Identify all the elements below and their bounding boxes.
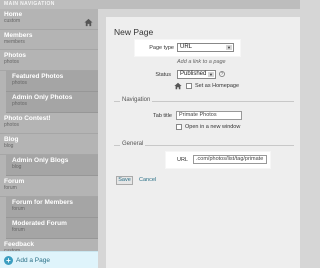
sidebar-item-type: photos [4,59,20,65]
sidebar-item-type: photos [4,122,20,128]
status-select[interactable]: Published ▼ [177,70,216,79]
navigation-heading: Navigation [120,97,153,103]
sidebar-item-blog[interactable]: Blog blog [0,134,98,155]
general-heading: General [120,141,146,147]
sidebar-item-type: forum [4,185,17,191]
sidebar-item-label: Home [4,11,23,18]
home-icon [174,82,182,90]
sidebar-item-type: forum [12,206,25,212]
sidebar-item-forum[interactable]: Forum forum [0,176,98,197]
sidebar-item-label: Forum for Members [12,199,74,206]
sidebar-item-type: members [4,39,25,45]
sidebar-item-admin-only-photos[interactable]: Admin Only Photos photos [6,92,98,113]
sidebar-item-type: photos [12,101,28,107]
sidebar-item-moderated-forum[interactable]: Moderated Forum forum [6,218,98,239]
sidebar-item-label: Feedback [4,241,34,248]
page-type-value: URL [180,44,193,50]
sidebar-item-type: blog [12,164,22,170]
add-page-button[interactable]: + Add a Page [0,251,98,268]
sidebar-item-label: Blog [4,136,19,143]
tab-title-input[interactable]: Primate Photos [176,111,242,120]
set-homepage-checkbox[interactable] [186,83,192,89]
save-button[interactable]: Save [116,176,133,185]
url-value: .com/photos/list/tag/primate [196,156,264,162]
add-page-label: Add a Page [16,256,50,264]
status-label: Status [155,72,171,78]
help-icon[interactable]: ? [219,71,225,77]
chevron-down-icon: ▼ [208,72,214,77]
sidebar-item-label: Admin Only Blogs [12,157,69,164]
sidebar-item-type: blog [4,143,14,149]
sidebar-item-forum-for-members[interactable]: Forum for Members forum [6,197,98,218]
sidebar: Home custom Members members Photos photo… [0,9,98,268]
navigation-section-divider: Navigation [114,97,294,105]
sidebar-item-photo-contest[interactable]: Photo Contest! photos [0,113,98,134]
navigation-header: MAIN NAVIGATION [0,0,300,9]
sidebar-item-admin-only-blogs[interactable]: Admin Only Blogs blog [6,155,98,176]
new-window-checkbox[interactable] [176,124,182,130]
page-title: New Page [114,27,154,37]
chevron-down-icon: ▼ [226,45,232,50]
sidebar-item-photos[interactable]: Photos photos [0,50,98,71]
page-type-select[interactable]: URL ▼ [177,43,234,52]
sidebar-item-label: Moderated Forum [12,220,67,227]
cancel-link[interactable]: Cancel [139,176,156,185]
new-page-panel: New Page Page type URL ▼ Add a link to a… [106,17,300,268]
page-type-label: Page type [149,45,174,51]
sidebar-item-label: Photo Contest! [4,115,51,122]
tab-title-label: Tab title [153,113,172,119]
sidebar-item-label: Featured Photos [12,73,64,80]
general-section-divider: General [114,141,294,149]
sidebar-item-label: Admin Only Photos [12,94,73,101]
page-type-hint: Add a link to a page [177,59,226,65]
sidebar-item-label: Photos [4,52,27,59]
set-homepage-label: Set as Homepage [195,83,240,89]
sidebar-item-featured-photos[interactable]: Featured Photos photos [6,71,98,92]
home-icon [84,18,93,27]
sidebar-item-members[interactable]: Members members [0,30,98,50]
plus-icon: + [4,255,13,265]
sidebar-item-label: Forum [4,178,25,185]
new-window-label: Open in a new window [185,124,241,130]
status-value: Published [180,71,207,77]
sidebar-item-label: Members [4,32,33,39]
sidebar-item-type: forum [12,227,25,233]
url-input[interactable]: .com/photos/list/tag/primate [193,155,267,164]
tab-title-value: Primate Photos [179,112,217,118]
url-label: URL [176,157,188,163]
sidebar-item-type: photos [12,80,28,86]
